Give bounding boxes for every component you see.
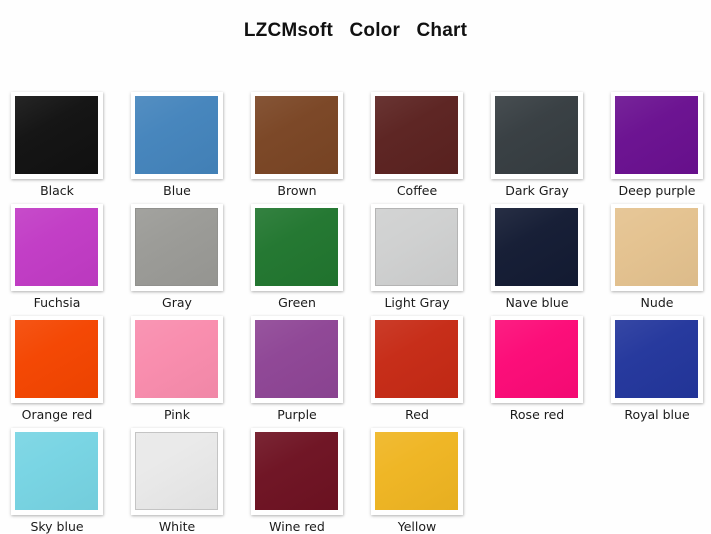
swatch-frame xyxy=(11,428,103,515)
swatch-cell[interactable]: Pink xyxy=(131,316,239,422)
swatch-cell[interactable]: Deep purple xyxy=(611,92,711,198)
swatch-frame xyxy=(371,204,463,291)
color-swatch[interactable] xyxy=(255,320,338,398)
swatch-cell[interactable]: Blue xyxy=(131,92,239,198)
swatch-cell[interactable]: Nave blue xyxy=(491,204,599,310)
color-swatch[interactable] xyxy=(15,208,98,286)
color-swatch[interactable] xyxy=(255,96,338,174)
color-swatch[interactable] xyxy=(15,96,98,174)
swatch-label: Gray xyxy=(162,295,192,310)
swatch-label: Blue xyxy=(163,183,191,198)
swatch-frame xyxy=(491,92,583,179)
swatch-cell[interactable]: Black xyxy=(11,92,119,198)
swatch-frame xyxy=(371,316,463,403)
swatch-frame xyxy=(251,92,343,179)
swatch-label: Fuchsia xyxy=(33,295,81,310)
swatch-label: Nave blue xyxy=(505,295,569,310)
color-swatch[interactable] xyxy=(135,432,218,510)
swatch-frame xyxy=(11,92,103,179)
swatch-frame xyxy=(131,428,223,515)
swatch-frame xyxy=(11,204,103,291)
swatch-frame xyxy=(251,204,343,291)
swatch-cell[interactable]: White xyxy=(131,428,239,534)
page-title: LZCMsoft Color Chart xyxy=(243,20,468,41)
swatch-cell[interactable]: Brown xyxy=(251,92,359,198)
color-swatch[interactable] xyxy=(375,96,458,174)
color-swatch[interactable] xyxy=(495,96,578,174)
swatch-cell[interactable]: Green xyxy=(251,204,359,310)
swatch-label: Brown xyxy=(277,183,317,198)
swatch-label: Dark Gray xyxy=(505,183,569,198)
swatch-cell[interactable]: Coffee xyxy=(371,92,479,198)
swatch-label: Pink xyxy=(164,407,190,422)
swatch-frame xyxy=(371,92,463,179)
color-swatch[interactable] xyxy=(135,208,218,286)
swatch-frame xyxy=(611,316,703,403)
swatch-cell[interactable]: Dark Gray xyxy=(491,92,599,198)
swatch-label: Royal blue xyxy=(624,407,690,422)
color-chart-page: LZCMsoft Color Chart Black Blue Brown Coffe… xyxy=(0,0,711,534)
swatch-label: Sky blue xyxy=(30,519,84,534)
swatch-cell[interactable]: Purple xyxy=(251,316,359,422)
swatch-label: Green xyxy=(278,295,316,310)
color-swatch[interactable] xyxy=(15,320,98,398)
color-swatch-grid: Black Blue Brown Coffee Dark Gray Deep purple… xyxy=(0,84,711,534)
color-swatch[interactable] xyxy=(375,208,458,286)
swatch-cell[interactable]: Sky blue xyxy=(11,428,119,534)
color-swatch[interactable] xyxy=(495,208,578,286)
swatch-cell[interactable]: Rose red xyxy=(491,316,599,422)
swatch-cell[interactable]: Royal blue xyxy=(611,316,711,422)
swatch-frame xyxy=(611,204,703,291)
swatch-cell[interactable]: Wine red xyxy=(251,428,359,534)
color-swatch[interactable] xyxy=(615,96,698,174)
swatch-frame xyxy=(491,316,583,403)
swatch-frame xyxy=(371,428,463,515)
color-swatch[interactable] xyxy=(495,320,578,398)
swatch-label: White xyxy=(158,519,196,534)
swatch-cell[interactable]: Nude xyxy=(611,204,711,310)
swatch-label: Nude xyxy=(640,295,674,310)
color-swatch[interactable] xyxy=(375,432,458,510)
swatch-frame xyxy=(131,316,223,403)
swatch-label: Black xyxy=(40,183,74,198)
swatch-label: Rose red xyxy=(509,407,565,422)
swatch-frame xyxy=(611,92,703,179)
swatch-label: Yellow xyxy=(397,519,437,534)
swatch-frame xyxy=(131,92,223,179)
swatch-cell[interactable]: Light Gray xyxy=(371,204,479,310)
color-swatch[interactable] xyxy=(15,432,98,510)
color-swatch[interactable] xyxy=(615,208,698,286)
swatch-frame xyxy=(251,316,343,403)
swatch-frame xyxy=(11,316,103,403)
swatch-label: Orange red xyxy=(21,407,93,422)
color-swatch[interactable] xyxy=(135,320,218,398)
swatch-label: Coffee xyxy=(396,183,438,198)
swatch-label: Light Gray xyxy=(384,295,450,310)
swatch-label: Deep purple xyxy=(618,183,696,198)
swatch-cell[interactable]: Yellow xyxy=(371,428,479,534)
swatch-frame xyxy=(491,204,583,291)
swatch-label: Purple xyxy=(277,407,317,422)
swatch-frame xyxy=(251,428,343,515)
swatch-cell[interactable]: Gray xyxy=(131,204,239,310)
color-swatch[interactable] xyxy=(375,320,458,398)
swatch-label: Red xyxy=(405,407,429,422)
swatch-frame xyxy=(131,204,223,291)
color-swatch[interactable] xyxy=(135,96,218,174)
color-swatch[interactable] xyxy=(615,320,698,398)
color-swatch[interactable] xyxy=(255,432,338,510)
color-swatch[interactable] xyxy=(255,208,338,286)
swatch-cell[interactable]: Orange red xyxy=(11,316,119,422)
swatch-label: Wine red xyxy=(269,519,325,534)
swatch-cell[interactable]: Fuchsia xyxy=(11,204,119,310)
swatch-cell[interactable]: Red xyxy=(371,316,479,422)
